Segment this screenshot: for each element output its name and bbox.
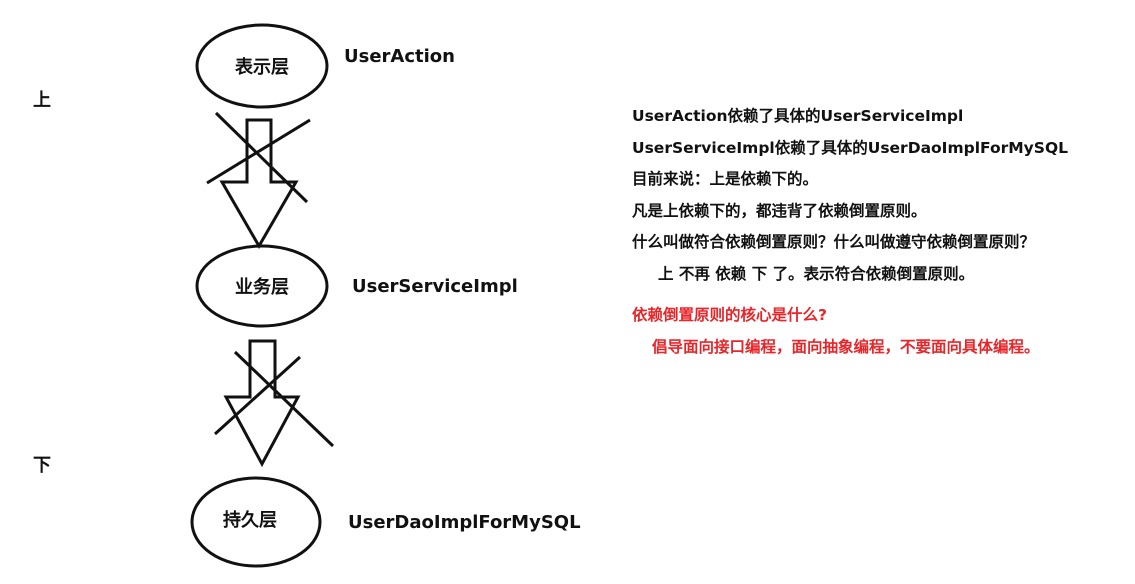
service-layer-label: 业务层 <box>235 277 289 298</box>
core-question: 依赖倒置原则的核心是什么? <box>632 306 827 324</box>
service-class-label: UserServiceImpl <box>352 276 518 297</box>
note-line-4: 凡是上依赖下的，都违背了依赖倒置原则。 <box>632 201 927 220</box>
note-line-3: 目前来说：上是依赖下的。 <box>632 170 819 188</box>
core-answer: 倡导面向接口编程，面向抽象编程，不要面向具体编程。 <box>652 337 1040 356</box>
note-line-1: UserAction依赖了具体的UserServiceImpl <box>632 107 964 125</box>
note-line-5: 什么叫做符合依赖倒置原则？什么叫做遵守依赖倒置原则？ <box>632 233 1036 251</box>
cross-line-1a <box>214 111 309 204</box>
explanation-notes: UserAction依赖了具体的UserServiceImpl UserServ… <box>632 101 1132 363</box>
cross-line-1b <box>206 118 311 185</box>
note-line-6: 上 不再 依赖 下 了。表示符合依赖倒置原则。 <box>658 264 975 283</box>
presentation-class-label: UserAction <box>344 46 455 67</box>
cross-line-2a <box>233 350 335 448</box>
persistence-class-label: UserDaoImplForMySQL <box>348 512 581 533</box>
note-line-2: UserServiceImpl依赖了具体的UserDaoImplForMySQL <box>632 138 1068 157</box>
top-marker: 上 <box>33 90 51 111</box>
presentation-layer-label: 表示层 <box>235 57 289 78</box>
persistence-layer-label: 持久层 <box>223 510 277 531</box>
bottom-marker: 下 <box>33 455 51 476</box>
dependency-arrow-1 <box>219 118 299 249</box>
